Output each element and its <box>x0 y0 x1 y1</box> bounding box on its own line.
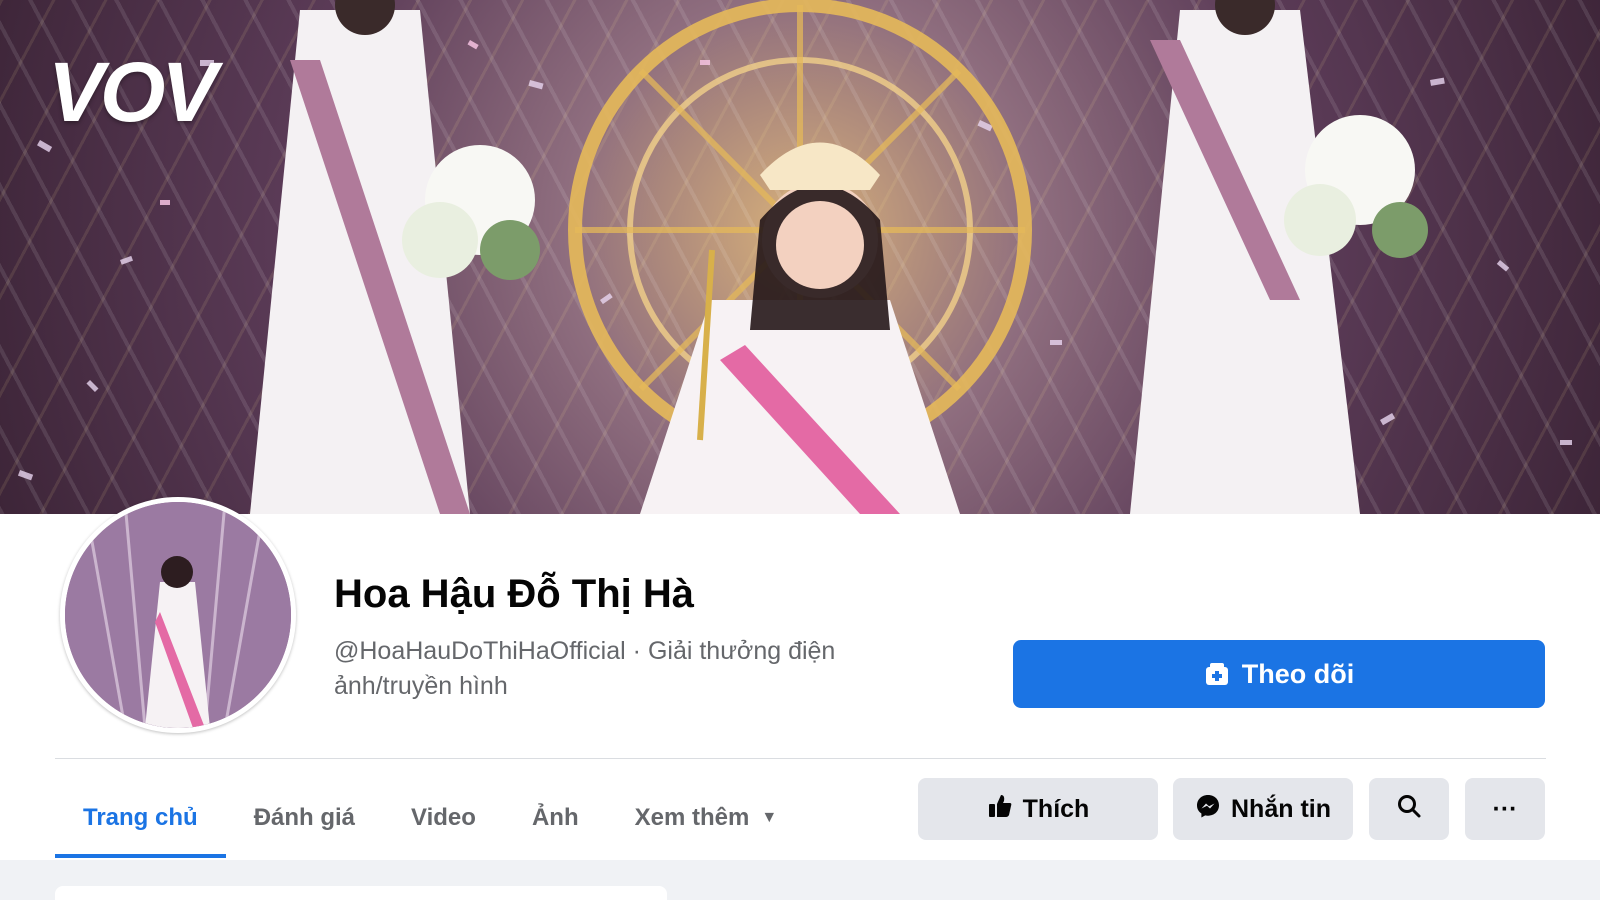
search-icon <box>1396 793 1422 826</box>
tab-reviews[interactable]: Đánh giá <box>226 778 383 858</box>
like-button-label: Thích <box>1022 794 1090 823</box>
content-area-background <box>0 860 1600 916</box>
page-handle: @HoaHauDoThiHaOfficial <box>334 637 626 665</box>
page-subtitle: @HoaHauDoThiHaOfficial · Giải thưởng điệ… <box>334 634 914 704</box>
cover-photo[interactable]: VOV <box>0 0 1600 514</box>
search-button[interactable] <box>1369 778 1449 840</box>
follow-button-label: Theo dõi <box>1241 658 1355 689</box>
follow-button[interactable]: Theo dõi <box>1013 640 1545 708</box>
subtitle-separator: · <box>632 637 641 665</box>
content-card <box>55 886 667 916</box>
tab-more-label: Xem thêm <box>634 804 750 831</box>
tab-videos-label: Video <box>411 804 476 831</box>
messenger-icon <box>1195 793 1221 826</box>
tab-more[interactable]: Xem thêm ▼ <box>607 778 806 858</box>
message-button-label: Nhắn tin <box>1231 794 1331 823</box>
vov-watermark: VOV <box>48 45 217 139</box>
header-divider <box>55 758 1546 759</box>
tab-home[interactable]: Trang chủ <box>55 778 226 858</box>
page-tabs: Trang chủ Đánh giá Video Ảnh Xem thêm ▼ <box>55 778 805 858</box>
tab-home-label: Trang chủ <box>83 804 198 831</box>
tab-reviews-label: Đánh giá <box>253 804 356 831</box>
like-button[interactable]: Thích <box>918 778 1158 840</box>
message-button[interactable]: Nhắn tin <box>1173 778 1353 840</box>
tab-photos[interactable]: Ảnh <box>504 778 607 858</box>
thumbs-up-icon <box>987 793 1013 826</box>
more-icon: ··· <box>1492 794 1518 823</box>
caret-down-icon: ▼ <box>761 809 778 826</box>
profile-picture-image <box>65 502 291 728</box>
tab-videos[interactable]: Video <box>383 778 504 858</box>
cover-photo-illustration <box>17 0 1572 514</box>
more-options-button[interactable]: ··· <box>1465 778 1545 840</box>
profile-picture[interactable] <box>60 497 296 733</box>
follow-icon <box>1204 661 1230 687</box>
tab-photos-label: Ảnh <box>531 804 579 831</box>
page-title: Hoa Hậu Đỗ Thị Hà <box>334 572 695 616</box>
